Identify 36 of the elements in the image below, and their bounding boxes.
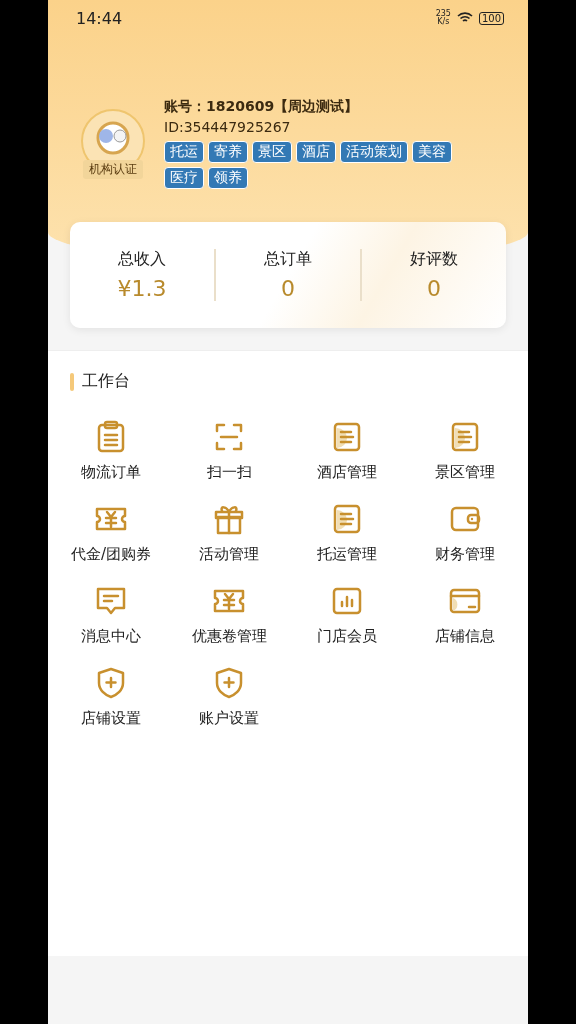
workbench-item[interactable]: 财务管理 (406, 502, 524, 564)
battery-level: 100 (478, 11, 504, 25)
workbench-item[interactable]: 账户设置 (170, 666, 288, 728)
workbench-item[interactable]: 优惠卷管理 (170, 584, 288, 646)
network-speed: 235 K/s (435, 10, 451, 26)
service-tag: 托运 (164, 141, 204, 163)
workbench-item[interactable]: 代金/团购券 (52, 502, 170, 564)
workbench-item[interactable]: 物流订单 (52, 420, 170, 482)
workbench-item[interactable]: 景区管理 (406, 420, 524, 482)
workbench-item[interactable]: 托运管理 (288, 502, 406, 564)
service-tag: 景区 (252, 141, 292, 163)
stat-value: 0 (427, 276, 441, 301)
workbench-item[interactable]: 扫一扫 (170, 420, 288, 482)
stat-value: ¥1.3 (117, 276, 167, 301)
stat-label: 好评数 (410, 249, 458, 270)
stat-label: 总收入 (118, 249, 166, 270)
service-tag: 医疗 (164, 167, 204, 189)
workbench-item[interactable]: 活动管理 (170, 502, 288, 564)
service-tag: 酒店 (296, 141, 336, 163)
status-time: 14:44 (76, 8, 123, 28)
service-tag: 活动策划 (340, 141, 408, 163)
workbench-item[interactable]: 酒店管理 (288, 420, 406, 482)
service-tag: 美容 (412, 141, 452, 163)
account-number: 账号：1820609【周边测试】 (164, 98, 360, 116)
service-tag: 领养 (208, 167, 248, 189)
workbench-item[interactable]: 店铺设置 (52, 666, 170, 728)
stat-value: 0 (281, 276, 295, 301)
workbench-item[interactable]: 店铺信息 (406, 584, 524, 646)
service-tag: 寄养 (208, 141, 248, 163)
account-id: ID:354447925267 (164, 119, 292, 135)
stat-label: 总订单 (264, 249, 312, 270)
certification-badge: 机构认证 (83, 160, 143, 179)
workbench-item[interactable]: 消息中心 (52, 584, 170, 646)
wifi-icon (456, 12, 473, 24)
section-title: 工作台 (82, 371, 130, 392)
workbench-item[interactable]: 门店会员 (288, 584, 406, 646)
